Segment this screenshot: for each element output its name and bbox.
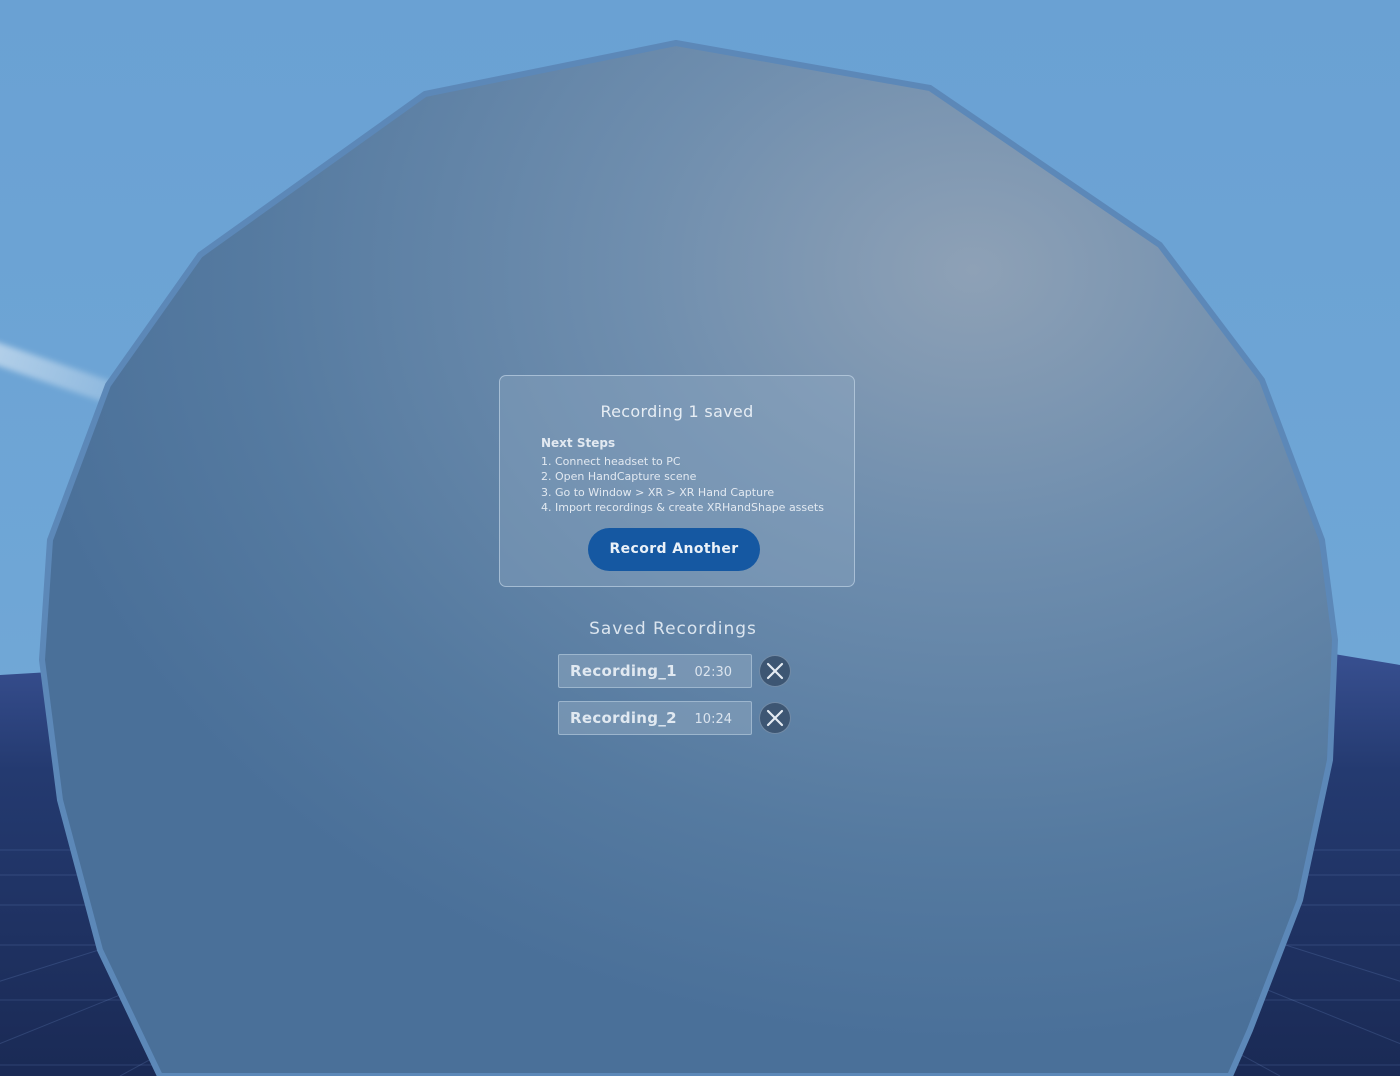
step-item: 4. Import recordings & create XRHandShap… (541, 501, 824, 514)
recording-duration: 10:24 (694, 712, 732, 727)
delete-recording-button[interactable] (759, 702, 791, 734)
close-icon (766, 662, 784, 680)
record-another-button[interactable]: Record Another (588, 528, 760, 571)
step-item: 1. Connect headset to PC (541, 454, 681, 468)
recording-duration: 02:30 (694, 665, 732, 680)
next-steps-heading: Next Steps (541, 436, 616, 450)
dialog-title: Recording 1 saved (600, 402, 754, 421)
delete-recording-button[interactable] (759, 655, 791, 687)
close-icon (766, 709, 784, 727)
step-item: 3. Go to Window > XR > XR Hand Capture (541, 485, 775, 499)
recording-name: Recording_2 (570, 709, 677, 727)
vr-scene: Recording 1 saved Next Steps 1. Connect … (0, 0, 1400, 1076)
recording-saved-dialog: Recording 1 saved Next Steps 1. Connect … (499, 375, 855, 587)
saved-recordings-title: Saved Recordings (589, 619, 757, 639)
recording-item[interactable]: Recording_1 02:30 (558, 654, 752, 688)
recording-item[interactable]: Recording_2 10:24 (558, 701, 752, 735)
recording-name: Recording_1 (570, 662, 677, 680)
next-steps: Next Steps 1. Connect headset to PC 2. O… (541, 436, 841, 516)
step-item: 2. Open HandCapture scene (541, 470, 697, 483)
